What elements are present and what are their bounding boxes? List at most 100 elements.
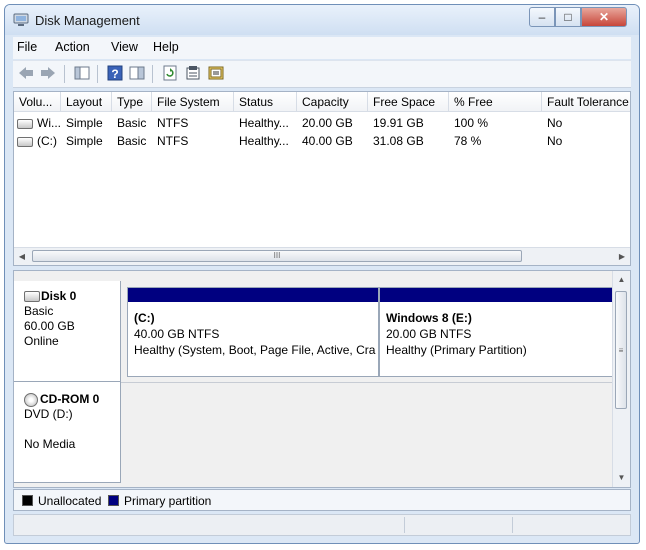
horizontal-scroll-thumb[interactable]: III bbox=[32, 250, 522, 262]
partition-detail: 20.00 GB NTFS bbox=[386, 327, 472, 341]
status-separator bbox=[512, 517, 513, 533]
window-title: Disk Management bbox=[35, 13, 140, 28]
title-bar[interactable]: Disk Management – □ ✕ bbox=[5, 5, 639, 35]
primary-partition-swatch bbox=[108, 495, 119, 506]
column-header-free-space[interactable]: Free Space bbox=[368, 92, 449, 112]
volume-cell: Wi... bbox=[14, 114, 61, 132]
disk-0-label[interactable]: Disk 0 Basic 60.00 GB Online bbox=[14, 281, 121, 382]
partition-name: (C:) bbox=[134, 311, 155, 325]
volume-icon bbox=[17, 136, 33, 147]
hard-disk-icon bbox=[24, 291, 40, 303]
svg-text:?: ? bbox=[111, 67, 118, 81]
capacity-cell: 20.00 GB bbox=[302, 116, 353, 130]
cdrom-0-title: CD-ROM 0 bbox=[24, 392, 110, 407]
properties-icon[interactable] bbox=[184, 64, 202, 82]
free-space-cell: 31.08 GB bbox=[373, 134, 424, 148]
disk-management-window: Disk Management – □ ✕ File Action View H… bbox=[4, 4, 640, 544]
column-header-percent-free[interactable]: % Free bbox=[449, 92, 542, 112]
table-row[interactable]: (C:) Simple Basic NTFS Healthy... 40.00 … bbox=[14, 132, 630, 150]
cdrom-0-label[interactable]: CD-ROM 0 DVD (D:) No Media bbox=[14, 382, 121, 483]
show-hide-console-tree-icon[interactable] bbox=[73, 64, 91, 82]
refresh-icon[interactable] bbox=[161, 64, 179, 82]
scroll-down-icon[interactable]: ▼ bbox=[613, 471, 630, 485]
disk-name: CD-ROM 0 bbox=[40, 392, 100, 406]
help-icon[interactable]: ? bbox=[106, 64, 124, 82]
column-header-fault-tolerance[interactable]: Fault Tolerance bbox=[542, 92, 630, 112]
maximize-button[interactable]: □ bbox=[555, 7, 581, 27]
toolbar: ? bbox=[13, 60, 631, 88]
minimize-button[interactable]: – bbox=[529, 7, 555, 27]
disk-management-icon bbox=[13, 13, 29, 26]
partition-status: Healthy (Primary Partition) bbox=[386, 343, 527, 357]
cd-rom-icon bbox=[24, 392, 38, 407]
toolbar-separator bbox=[152, 65, 153, 83]
volume-name: (C:) bbox=[37, 134, 57, 148]
layout-cell: Simple bbox=[66, 134, 103, 148]
column-header-type[interactable]: Type bbox=[112, 92, 152, 112]
cdrom-no-media-area[interactable] bbox=[121, 382, 612, 477]
legend-label: Unallocated bbox=[38, 494, 102, 508]
layout-cell: Simple bbox=[66, 116, 103, 130]
status-separator bbox=[404, 517, 405, 533]
legend-unallocated: Unallocated bbox=[22, 494, 101, 508]
vertical-scroll-thumb[interactable]: ≡ bbox=[615, 291, 627, 409]
column-header-capacity[interactable]: Capacity bbox=[297, 92, 368, 112]
table-row[interactable]: Wi... Simple Basic NTFS Healthy... 20.00… bbox=[14, 114, 630, 132]
column-header-volume[interactable]: Volu... bbox=[14, 92, 61, 112]
rescan-disks-icon[interactable] bbox=[207, 64, 225, 82]
horizontal-scrollbar[interactable]: ◀ III ▶ bbox=[14, 247, 630, 265]
disk-type: DVD (D:) bbox=[24, 407, 73, 421]
file-system-cell: NTFS bbox=[157, 134, 189, 148]
type-cell: Basic bbox=[117, 134, 147, 148]
column-header-file-system[interactable]: File System bbox=[152, 92, 234, 112]
fault-tolerance-cell: No bbox=[547, 116, 563, 130]
menu-help[interactable]: Help bbox=[153, 40, 179, 54]
forward-arrow-icon[interactable] bbox=[39, 64, 57, 82]
legend-primary-partition: Primary partition bbox=[108, 494, 211, 508]
graphical-disk-view: Disk 0 Basic 60.00 GB Online (C:) 40.00 … bbox=[13, 270, 631, 488]
properties-pane-icon[interactable] bbox=[128, 64, 146, 82]
fault-tolerance-cell: No bbox=[547, 134, 563, 148]
back-arrow-icon[interactable] bbox=[17, 64, 35, 82]
scroll-right-icon[interactable]: ▶ bbox=[614, 248, 630, 265]
partition-detail: 40.00 GB NTFS bbox=[134, 327, 220, 341]
toolbar-separator bbox=[64, 65, 65, 83]
disk-0-title: Disk 0 bbox=[24, 289, 110, 304]
menu-view[interactable]: View bbox=[111, 40, 138, 54]
disk-state: Online bbox=[24, 334, 59, 348]
column-header-layout[interactable]: Layout bbox=[61, 92, 112, 112]
partition-name: Windows 8 (E:) bbox=[386, 311, 472, 325]
partition-e[interactable]: Windows 8 (E:) 20.00 GB NTFS Healthy (Pr… bbox=[379, 287, 614, 377]
vertical-scrollbar[interactable]: ▲ ≡ ▼ bbox=[612, 271, 630, 487]
menu-action[interactable]: Action bbox=[55, 40, 90, 54]
type-cell: Basic bbox=[117, 116, 147, 130]
capacity-cell: 40.00 GB bbox=[302, 134, 353, 148]
status-cell: Healthy... bbox=[239, 134, 289, 148]
volume-name: Wi... bbox=[37, 116, 61, 130]
menu-file[interactable]: File bbox=[17, 40, 37, 54]
status-bar bbox=[13, 514, 631, 536]
free-space-cell: 19.91 GB bbox=[373, 116, 424, 130]
disk-size: 60.00 GB bbox=[24, 319, 75, 333]
status-cell: Healthy... bbox=[239, 116, 289, 130]
disk-name: Disk 0 bbox=[41, 289, 77, 303]
legend-label: Primary partition bbox=[124, 494, 212, 508]
primary-partition-bar bbox=[128, 288, 378, 302]
menu-bar: File Action View Help bbox=[13, 37, 631, 59]
close-button[interactable]: ✕ bbox=[581, 7, 627, 27]
legend: Unallocated Primary partition bbox=[13, 489, 631, 511]
primary-partition-bar bbox=[380, 288, 613, 302]
column-header-status[interactable]: Status bbox=[234, 92, 297, 112]
percent-free-cell: 100 % bbox=[454, 116, 489, 130]
unallocated-swatch bbox=[22, 495, 33, 506]
scroll-up-icon[interactable]: ▲ bbox=[613, 273, 630, 287]
disk-type: Basic bbox=[24, 304, 54, 318]
volume-icon bbox=[17, 118, 33, 129]
scroll-left-icon[interactable]: ◀ bbox=[14, 248, 30, 265]
volume-list: Volu... Layout Type File System Status C… bbox=[13, 91, 631, 266]
toolbar-separator bbox=[97, 65, 98, 83]
disk-state: No Media bbox=[24, 437, 76, 451]
partition-c[interactable]: (C:) 40.00 GB NTFS Healthy (System, Boot… bbox=[127, 287, 379, 377]
percent-free-cell: 78 % bbox=[454, 134, 482, 148]
